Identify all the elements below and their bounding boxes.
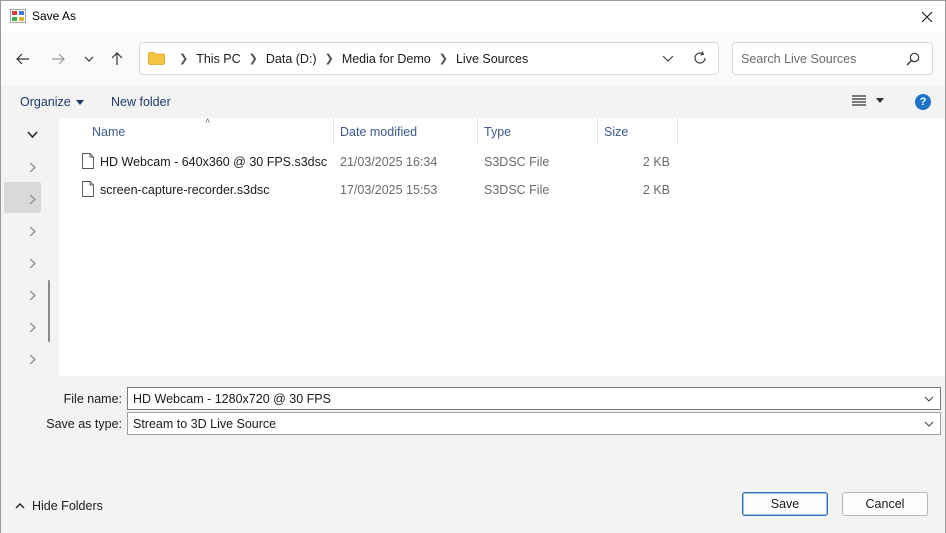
- file-type: S3DSC File: [484, 183, 550, 197]
- breadcrumb-item-live-sources[interactable]: Live Sources: [456, 52, 528, 66]
- new-folder-button[interactable]: New folder: [111, 95, 171, 109]
- hide-folders-button[interactable]: Hide Folders: [15, 499, 103, 513]
- organize-button[interactable]: Organize: [20, 95, 84, 109]
- file-date-modified: 21/03/2025 16:34: [340, 155, 438, 169]
- breadcrumb: ❯ This PC ❯ Data (D:) ❯ Media for Demo ❯…: [148, 43, 528, 74]
- tree-collapse-chevron-icon[interactable]: [25, 127, 39, 141]
- breadcrumb-item-data-drive[interactable]: Data (D:): [266, 52, 317, 66]
- help-button[interactable]: ?: [915, 94, 931, 110]
- file-list: ˄ Name Date modified Type Size HD Webcam…: [59, 116, 945, 376]
- search-box[interactable]: [732, 42, 933, 75]
- caret-down-icon: [876, 98, 884, 103]
- arrow-right-icon: [52, 53, 65, 65]
- breadcrumb-item-this-pc[interactable]: This PC: [196, 52, 240, 66]
- folder-icon: [148, 52, 165, 65]
- command-bar: Organize New folder ?: [1, 86, 945, 118]
- tree-expand-chevron-icon[interactable]: [25, 352, 39, 366]
- column-header-name[interactable]: Name: [86, 118, 333, 145]
- window-title: Save As: [32, 9, 77, 23]
- navigation-scrollbar[interactable]: [48, 280, 50, 342]
- app-icon: [10, 9, 26, 23]
- chevron-down-icon[interactable]: [923, 393, 935, 405]
- tree-expand-chevron-icon[interactable]: [25, 288, 39, 302]
- cancel-button[interactable]: Cancel: [842, 492, 928, 516]
- title-bar: Save As: [1, 1, 945, 32]
- refresh-icon[interactable]: [692, 50, 708, 66]
- organize-label: Organize: [20, 95, 71, 109]
- save-as-dialog: Save As ❯ This PC ❯ Data (D:) ❯ Media fo…: [0, 0, 946, 533]
- file-name: screen-capture-recorder.s3dsc: [100, 183, 270, 197]
- back-button[interactable]: [12, 46, 34, 72]
- details-view-icon: [852, 95, 866, 106]
- hide-folders-label: Hide Folders: [32, 499, 103, 513]
- file-icon: [82, 181, 94, 197]
- column-header-date-modified[interactable]: Date modified: [334, 118, 477, 145]
- view-options-button[interactable]: [852, 95, 884, 106]
- save-as-type-value: Stream to 3D Live Source: [133, 417, 277, 431]
- column-divider[interactable]: [677, 118, 678, 145]
- chevron-down-icon[interactable]: [923, 418, 935, 430]
- caret-down-icon: [75, 99, 84, 105]
- close-button[interactable]: [911, 1, 943, 32]
- file-size: 2 KB: [642, 155, 670, 169]
- chevron-right-icon: ❯: [438, 53, 448, 65]
- save-button[interactable]: Save: [742, 492, 828, 516]
- address-bar[interactable]: ❯ This PC ❯ Data (D:) ❯ Media for Demo ❯…: [139, 42, 719, 75]
- up-button[interactable]: [106, 46, 128, 72]
- tree-expand-chevron-icon[interactable]: [25, 256, 39, 270]
- chevron-right-icon: ❯: [179, 53, 189, 65]
- file-name-label: File name:: [63, 392, 122, 406]
- file-row[interactable]: HD Webcam - 640x360 @ 30 FPS.s3dsc 21/03…: [59, 149, 945, 175]
- column-header-size[interactable]: Size: [598, 118, 677, 145]
- chevron-right-icon: ❯: [248, 53, 258, 65]
- address-history-chevron-icon[interactable]: [660, 50, 676, 66]
- tree-expand-chevron-icon[interactable]: [25, 192, 39, 206]
- dialog-footer: Hide Folders Save Cancel: [1, 476, 945, 533]
- column-header-type[interactable]: Type: [478, 118, 597, 145]
- save-as-type-select[interactable]: Stream to 3D Live Source: [127, 412, 941, 435]
- recent-locations-button[interactable]: [78, 46, 100, 72]
- chevron-right-icon: ❯: [324, 53, 334, 65]
- arrow-left-icon: [16, 53, 29, 65]
- navigation-pane: [1, 118, 58, 376]
- file-name: HD Webcam - 640x360 @ 30 FPS.s3dsc: [100, 155, 328, 169]
- file-size: 2 KB: [642, 183, 670, 197]
- file-name-field[interactable]: HD Webcam - 1280x720 @ 30 FPS: [127, 387, 941, 410]
- breadcrumb-item-media-for-demo[interactable]: Media for Demo: [342, 52, 431, 66]
- tree-expand-chevron-icon[interactable]: [25, 224, 39, 238]
- file-type: S3DSC File: [484, 155, 550, 169]
- file-icon: [82, 153, 94, 169]
- chevron-up-icon: [15, 503, 25, 509]
- arrow-up-icon: [111, 52, 123, 65]
- chevron-down-icon: [84, 56, 94, 62]
- file-row[interactable]: screen-capture-recorder.s3dsc 17/03/2025…: [59, 177, 945, 203]
- search-input[interactable]: [741, 50, 901, 68]
- save-form: File name: HD Webcam - 1280x720 @ 30 FPS…: [1, 376, 945, 476]
- tree-expand-chevron-icon[interactable]: [25, 320, 39, 334]
- search-icon[interactable]: [906, 52, 920, 66]
- close-icon: [921, 11, 933, 22]
- file-name-value: HD Webcam - 1280x720 @ 30 FPS: [133, 392, 331, 406]
- file-date-modified: 17/03/2025 15:53: [340, 183, 438, 197]
- navigation-bar: ❯ This PC ❯ Data (D:) ❯ Media for Demo ❯…: [1, 32, 945, 86]
- save-as-type-label: Save as type:: [46, 417, 122, 431]
- tree-expand-chevron-icon[interactable]: [25, 160, 39, 174]
- forward-button[interactable]: [47, 46, 69, 72]
